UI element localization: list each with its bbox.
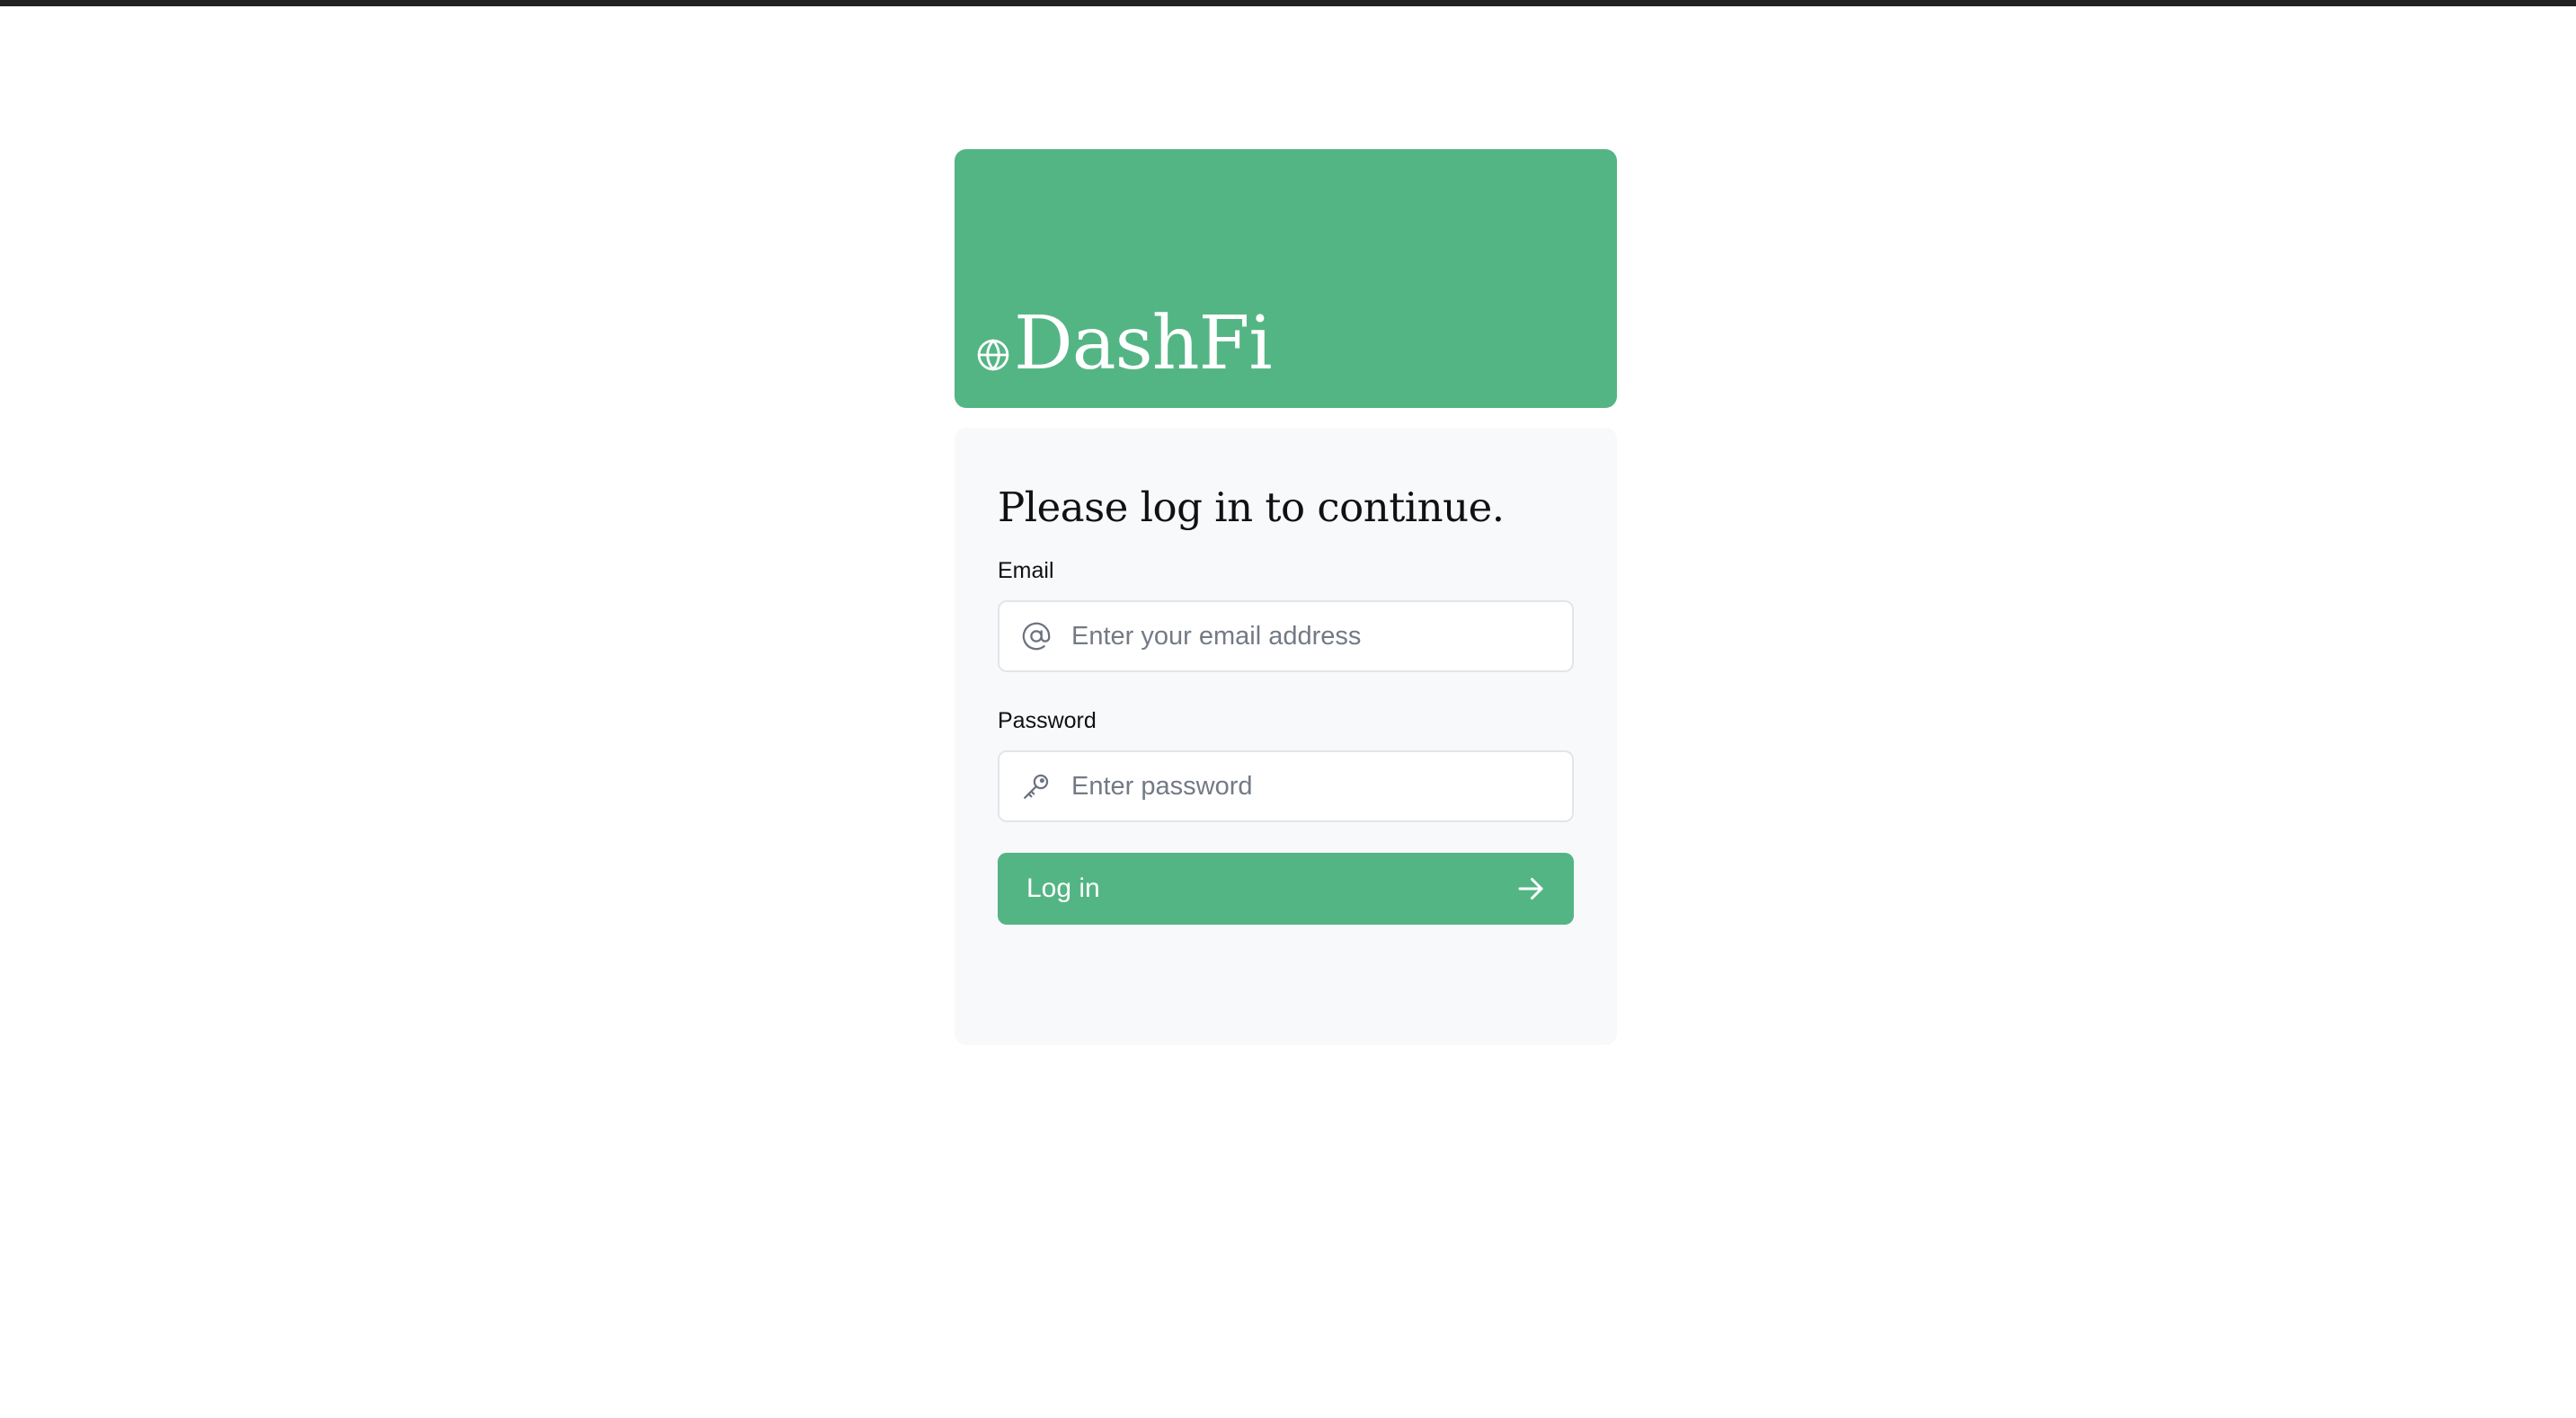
email-label: Email [998,558,1054,583]
login-form: Please log in to continue. Email Passwor… [955,428,1617,1045]
login-heading: Please log in to continue. [998,483,1505,531]
brand-banner: DashFi [955,149,1617,408]
key-icon [1024,774,1049,799]
arrow-right-icon [1518,878,1543,900]
top-bar [0,0,2576,6]
login-container: DashFi Please log in to continue. Email … [955,149,1617,1045]
globe-icon [977,339,1009,371]
password-input[interactable] [1070,751,1572,821]
email-field-wrapper [998,600,1574,672]
email-input[interactable] [1070,601,1572,671]
login-button-label: Log in [1026,873,1100,903]
password-label: Password [998,708,1097,733]
password-field-wrapper [998,750,1574,822]
brand-logo: DashFi [976,301,1273,386]
login-button[interactable]: Log in [998,853,1574,925]
brand-name: DashFi [1014,301,1273,386]
at-sign-icon [1022,622,1051,651]
